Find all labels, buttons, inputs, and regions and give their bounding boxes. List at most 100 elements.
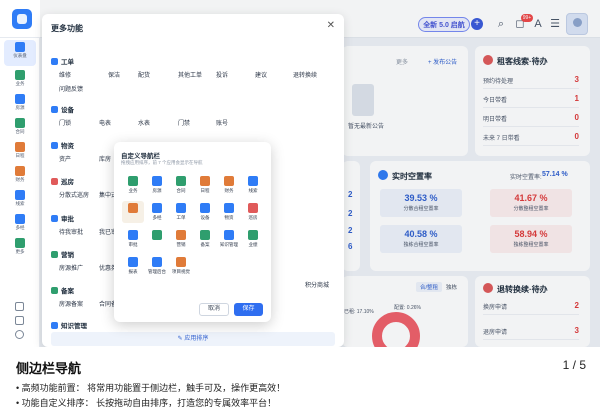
nav-app-label: 线索	[248, 188, 258, 193]
app-logo[interactable]	[12, 9, 32, 29]
section-icon	[51, 286, 58, 294]
nav-app-item[interactable]: 管理后台	[146, 255, 168, 277]
nav-app-item[interactable]: 项目视觉	[170, 255, 192, 277]
rail-item[interactable]: 财务	[0, 166, 40, 183]
nav-app-icon	[128, 176, 138, 186]
func-item[interactable]: 保洁	[108, 70, 120, 79]
customize-nav-popover: 自定义导航栏 拖拽应用排序，前 7 个应用会显示在导航 业务 房源 合同 日程 财务 线索…	[114, 142, 271, 322]
nav-app-label: 报表	[128, 269, 138, 274]
nav-app-icon	[152, 257, 162, 267]
rail-item[interactable]: 线索	[0, 190, 40, 207]
func-item[interactable]: 退转换续	[293, 70, 317, 79]
popover-subtitle: 拖拽应用排序，前 7 个应用会显示在导航	[121, 160, 203, 165]
nav-app-item[interactable]: 多经	[146, 201, 168, 223]
section-icon	[51, 177, 58, 185]
rail-item[interactable]: 更多	[0, 238, 40, 255]
phone-icon[interactable]	[15, 302, 24, 311]
page-indicator: 1 / 5	[562, 358, 586, 372]
func-item[interactable]: 配货	[138, 70, 150, 79]
nav-app-label: 知识管理	[220, 242, 238, 247]
contract-icon	[15, 118, 25, 128]
nav-app-label: 备案	[200, 242, 210, 247]
rail-item[interactable]: 房源	[0, 94, 40, 111]
section-header: 审批	[51, 213, 74, 223]
left-rail: 仪表盘业务房源合同日程财务线索多经更多	[0, 38, 40, 347]
rail-item-label: 合同	[15, 129, 25, 134]
rail-item[interactable]: 仪表盘	[0, 42, 40, 59]
func-item[interactable]: 房源备案	[59, 299, 83, 308]
section-header: 工单	[51, 56, 74, 66]
caption-title: 侧边栏导航	[16, 361, 82, 376]
nav-app-item[interactable]: 备案	[194, 228, 216, 250]
func-item[interactable]: 电表	[99, 118, 111, 127]
nav-app-item[interactable]: 财务	[218, 174, 240, 196]
nav-app-item[interactable]: 巡房	[242, 201, 264, 223]
nav-app-icon	[152, 230, 162, 240]
rail-item-label: 更多	[15, 249, 25, 254]
save-button[interactable]: 保存	[234, 303, 263, 316]
func-item[interactable]: 账号	[216, 118, 228, 127]
func-item[interactable]: 投诉	[216, 70, 228, 79]
close-icon[interactable]: ✕	[327, 20, 335, 31]
func-item[interactable]: 问题反馈	[59, 84, 83, 93]
nav-app-item[interactable]	[122, 201, 144, 223]
nav-app-item[interactable]: 工单	[170, 201, 192, 223]
nav-app-icon	[224, 230, 234, 240]
house-icon	[15, 94, 25, 104]
nav-app-icon	[176, 257, 186, 267]
cancel-button[interactable]: 取消	[199, 303, 229, 316]
nav-app-item[interactable]: 合同	[170, 174, 192, 196]
more-icon	[15, 238, 25, 248]
nav-app-label: 财务	[224, 188, 234, 193]
nav-app-icon	[248, 203, 258, 213]
nav-app-item[interactable]: 房源	[146, 174, 168, 196]
func-item[interactable]: 维修	[59, 70, 71, 79]
rail-item[interactable]: 业务	[0, 70, 40, 87]
rail-item-label: 财务	[15, 177, 25, 182]
nav-app-item[interactable]: 审批	[122, 228, 144, 250]
finance-icon	[15, 166, 25, 176]
nav-app-item[interactable]: 业绩	[242, 228, 264, 250]
nav-app-label: 巡房	[248, 215, 258, 220]
nav-app-label: 物资	[224, 215, 234, 220]
nav-app-item[interactable]: 物资	[218, 201, 240, 223]
nav-app-label: 设备	[200, 215, 210, 220]
nav-app-item[interactable]: 报表	[122, 255, 144, 277]
rail-item-label: 房源	[15, 105, 25, 110]
nav-app-label: 营销	[176, 242, 186, 247]
nav-app-icon	[152, 176, 162, 186]
func-item[interactable]: 水表	[138, 118, 150, 127]
rail-item-label: 仪表盘	[13, 53, 27, 58]
section-header: 设备	[51, 104, 74, 114]
func-item[interactable]: 其他工单	[178, 70, 202, 79]
rail-item[interactable]: 日程	[0, 142, 40, 159]
nav-app-item[interactable]: 业务	[122, 174, 144, 196]
nav-app-item[interactable]: 知识管理	[218, 228, 240, 250]
nav-app-item[interactable]: 营销	[170, 228, 192, 250]
nav-app-label: 管理后台	[148, 269, 166, 274]
func-item[interactable]: 分散式巡房	[59, 190, 89, 199]
func-item[interactable]: 资产	[59, 154, 71, 163]
func-item[interactable]: 库房	[99, 154, 111, 163]
section-title: 设备	[61, 107, 74, 114]
nav-app-icon	[224, 176, 234, 186]
help-icon[interactable]	[15, 330, 24, 339]
func-item[interactable]: 建议	[255, 70, 267, 79]
nav-app-item[interactable]: 日程	[194, 174, 216, 196]
func-item[interactable]: 门禁	[178, 118, 190, 127]
nav-app-icon	[128, 203, 138, 213]
rail-item[interactable]: 合同	[0, 118, 40, 135]
nav-app-item[interactable]	[146, 228, 168, 250]
collapse-icon[interactable]	[15, 316, 24, 325]
rail-item[interactable]: 多经	[0, 214, 40, 231]
nav-app-item[interactable]: 设备	[194, 201, 216, 223]
nav-app-icon	[200, 176, 210, 186]
apply-sort-button[interactable]: ✎ 应用排序	[51, 332, 335, 346]
func-item[interactable]: 待我审批	[59, 227, 83, 236]
nav-app-label: 业务	[128, 188, 138, 193]
func-item[interactable]: 门锁	[59, 118, 71, 127]
func-item[interactable]: 积分商城	[305, 280, 329, 289]
func-item[interactable]: 房源推广	[59, 263, 83, 272]
nav-app-item[interactable]: 线索	[242, 174, 264, 196]
nav-app-label: 工单	[176, 215, 186, 220]
